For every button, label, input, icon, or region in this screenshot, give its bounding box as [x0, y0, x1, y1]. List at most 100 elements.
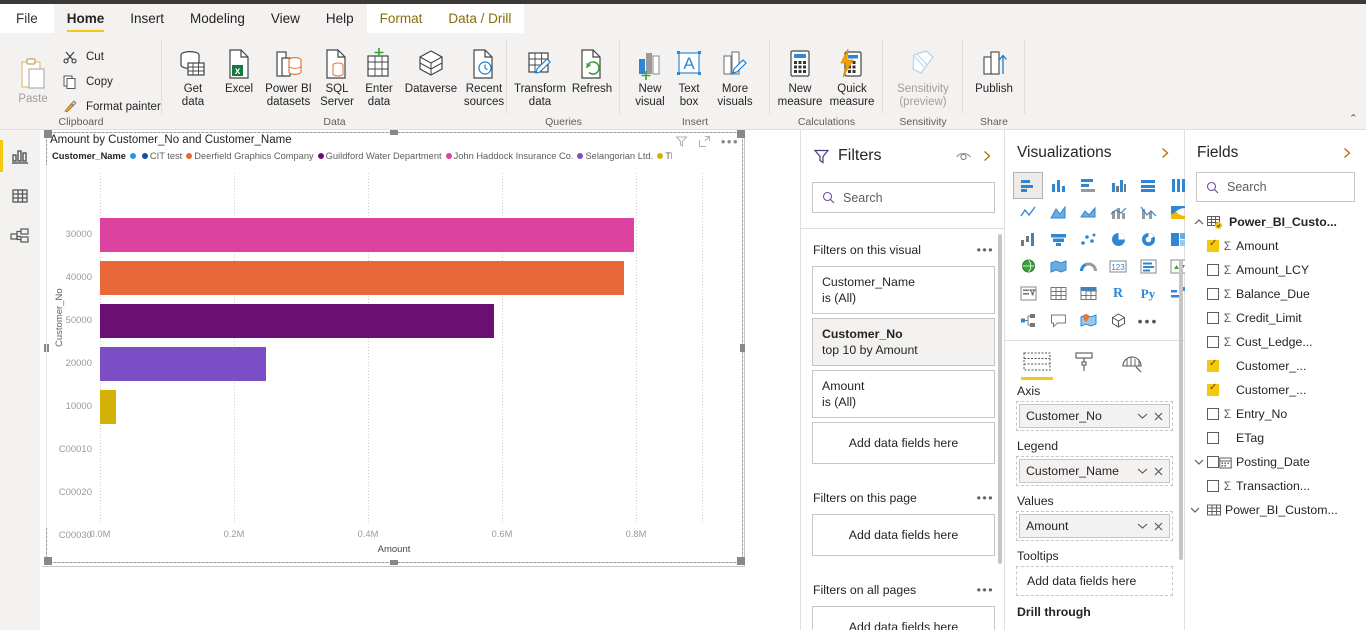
viz-qna[interactable]: [1043, 307, 1073, 334]
field-row-posting-date[interactable]: Posting_Date: [1185, 450, 1366, 474]
bar-40000[interactable]: [100, 261, 624, 295]
well-chip-customer-no[interactable]: Customer_No: [1019, 404, 1170, 428]
viz-clustered-bar-chart[interactable]: [1073, 172, 1103, 199]
more-options-icon[interactable]: •••: [977, 583, 994, 597]
viz-donut-chart[interactable]: [1133, 226, 1163, 253]
field-checkbox[interactable]: [1207, 336, 1219, 348]
legend-item[interactable]: [129, 153, 138, 159]
field-row-amount-lcy[interactable]: Σ Amount_LCY: [1185, 258, 1366, 282]
field-row-amount[interactable]: Σ Amount: [1185, 234, 1366, 258]
dataverse-button[interactable]: Dataverse: [400, 45, 462, 96]
publish-button[interactable]: Publish: [967, 45, 1021, 96]
viz-pie-chart[interactable]: [1103, 226, 1133, 253]
filters-scrollbar[interactable]: [998, 234, 1002, 564]
field-checkbox[interactable]: [1207, 408, 1219, 420]
resize-handle-n[interactable]: [390, 130, 398, 135]
chevron-down-icon[interactable]: [1137, 412, 1148, 420]
viz-100-stacked-bar-chart[interactable]: [1133, 172, 1163, 199]
field-checkbox[interactable]: [1207, 238, 1219, 252]
fields-table-row[interactable]: Power_BI_Custo...: [1185, 210, 1366, 234]
excel-button[interactable]: x Excel: [218, 45, 260, 96]
viz-multi-row-card[interactable]: [1133, 253, 1163, 280]
paste-button[interactable]: Paste: [8, 55, 58, 106]
funnel-icon[interactable]: [675, 135, 688, 148]
filters-search-input[interactable]: Search: [812, 182, 995, 213]
viz-clustered-column-chart[interactable]: [1103, 172, 1133, 199]
chevron-down-icon[interactable]: [1137, 467, 1148, 475]
tab-view[interactable]: View: [258, 4, 313, 33]
chevron-right-icon[interactable]: [1340, 146, 1354, 160]
tab-format[interactable]: Format: [366, 4, 436, 33]
field-row-transaction[interactable]: Σ Transaction...: [1185, 474, 1366, 498]
enter-data-button[interactable]: Enter data: [358, 45, 400, 109]
analytics-pane-tab[interactable]: [1113, 348, 1153, 376]
powerbi-datasets-button[interactable]: Power BI datasets: [261, 45, 316, 109]
filter-dropzone-page[interactable]: Add data fields here: [812, 514, 995, 556]
filter-card-amount[interactable]: Amount is (All): [812, 370, 995, 418]
legend-item[interactable]: The Cannon Group PLC: [657, 151, 672, 161]
fields-table-row-2[interactable]: Power_BI_Custom...: [1185, 498, 1366, 522]
sidebar-item-report-view[interactable]: [0, 136, 40, 176]
report-canvas[interactable]: Amount by Customer_No and Customer_Name …: [40, 130, 800, 630]
sidebar-item-model-view[interactable]: [0, 216, 40, 256]
chevron-down-icon[interactable]: [1191, 458, 1207, 466]
cut-button[interactable]: Cut: [60, 47, 104, 67]
well-tooltips[interactable]: Add data fields here: [1016, 566, 1173, 596]
viz-paginated-report[interactable]: [1103, 307, 1133, 334]
chart-plot-area[interactable]: Customer_No 30000 40000 50000 20000 1000…: [46, 165, 743, 563]
refresh-button[interactable]: Refresh: [569, 45, 615, 96]
well-axis[interactable]: Customer_No: [1016, 401, 1173, 431]
well-chip-customer-name[interactable]: Customer_Name: [1019, 459, 1170, 483]
legend-item[interactable]: Deerfield Graphics Company: [186, 151, 314, 161]
collapse-ribbon-button[interactable]: ⌃: [1349, 112, 1358, 125]
viz-scatter-chart[interactable]: [1073, 226, 1103, 253]
viz-area-chart[interactable]: [1043, 199, 1073, 226]
field-row-balance-due[interactable]: Σ Balance_Due: [1185, 282, 1366, 306]
viz-matrix[interactable]: [1073, 280, 1103, 307]
viz-r-script-visual[interactable]: R: [1103, 280, 1133, 307]
sensitivity-button[interactable]: Sensitivity (preview): [885, 45, 961, 109]
sql-server-button[interactable]: SQL Server: [317, 45, 357, 109]
visualizations-scrollbar[interactable]: [1179, 260, 1183, 560]
more-visuals-button[interactable]: More visuals: [708, 45, 762, 109]
get-data-button[interactable]: Get data: [170, 45, 216, 109]
field-checkbox[interactable]: [1207, 382, 1219, 396]
filter-dropzone-all-pages[interactable]: Add data fields here: [812, 606, 995, 630]
bar-30000[interactable]: [100, 218, 634, 252]
field-checkbox[interactable]: [1207, 312, 1219, 324]
chevron-down-icon[interactable]: [1137, 522, 1148, 530]
remove-field-icon[interactable]: [1154, 522, 1163, 531]
viz-arcgis-maps[interactable]: [1073, 307, 1103, 334]
well-legend[interactable]: Customer_Name: [1016, 456, 1173, 486]
viz-stacked-column-chart[interactable]: [1043, 172, 1073, 199]
format-painter-button[interactable]: Format painter: [60, 97, 161, 117]
visual-type-gallery[interactable]: 123 R Py •••: [1005, 172, 1186, 334]
focus-mode-icon[interactable]: [698, 135, 711, 148]
remove-field-icon[interactable]: [1154, 467, 1163, 476]
viz-stacked-area-chart[interactable]: [1073, 199, 1103, 226]
bar-10000[interactable]: [100, 390, 116, 424]
more-options-icon[interactable]: •••: [977, 243, 994, 257]
quick-measure-button[interactable]: Quick measure: [826, 45, 878, 109]
viz-card[interactable]: 123: [1103, 253, 1133, 280]
viz-table[interactable]: [1043, 280, 1073, 307]
tab-help[interactable]: Help: [313, 4, 367, 33]
new-measure-button[interactable]: New measure: [774, 45, 826, 109]
legend-item[interactable]: John Haddock Insurance Co.: [445, 151, 573, 161]
chevron-right-icon[interactable]: [1158, 146, 1172, 160]
field-checkbox[interactable]: [1207, 358, 1219, 372]
viz-line-and-stacked-column-chart[interactable]: [1103, 199, 1133, 226]
chevron-up-icon[interactable]: [1191, 218, 1207, 226]
format-pane-tab[interactable]: [1065, 348, 1105, 376]
more-options-icon[interactable]: •••: [721, 135, 739, 148]
hide-filters-icon[interactable]: [955, 149, 972, 163]
filters-body[interactable]: Filters on this visual ••• Customer_Name…: [801, 228, 1006, 630]
filter-dropzone-visual[interactable]: Add data fields here: [812, 422, 995, 464]
bar-20000[interactable]: [100, 347, 266, 381]
field-checkbox[interactable]: [1207, 456, 1219, 468]
well-values[interactable]: Amount: [1016, 511, 1173, 541]
field-checkbox[interactable]: [1207, 288, 1219, 300]
field-row-cust-ledger[interactable]: Σ Cust_Ledge...: [1185, 330, 1366, 354]
filter-card-customer-no[interactable]: Customer_No top 10 by Amount: [812, 318, 995, 366]
legend-item[interactable]: Selangorian Ltd.: [577, 151, 653, 161]
